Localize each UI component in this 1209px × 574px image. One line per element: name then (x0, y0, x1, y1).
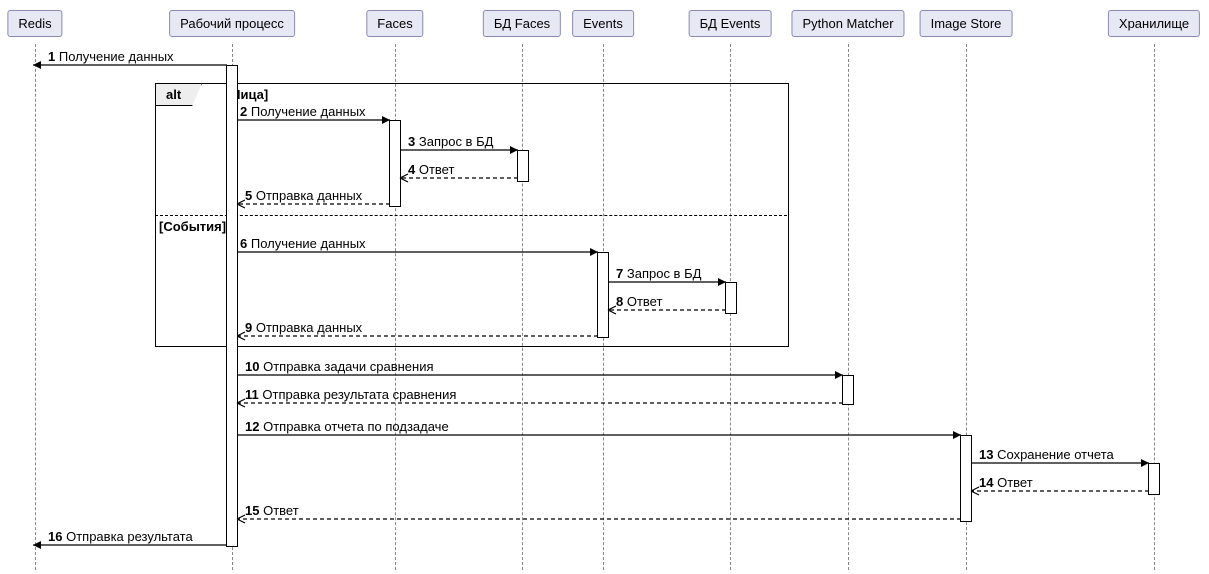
activation-4 (725, 282, 737, 314)
participant-faces: Faces (366, 10, 423, 37)
message-label-8: 8 Ответ (616, 295, 662, 309)
activation-6 (960, 435, 972, 522)
participant-storage: Хранилище (1108, 10, 1200, 37)
message-label-14: 14 Ответ (979, 476, 1033, 490)
participant-matcher: Python Matcher (791, 10, 904, 37)
activation-0 (226, 65, 238, 547)
message-label-11: 11 Отправка результата сравнения (245, 388, 456, 402)
message-label-13: 13 Сохранение отчета (979, 448, 1114, 462)
participant-dbfaces: БД Faces (483, 10, 561, 37)
lifeline-redis (35, 44, 36, 570)
message-label-3: 3 Запрос в БД (408, 135, 493, 149)
message-label-4: 4 Ответ (408, 163, 454, 177)
lifeline-matcher (848, 44, 849, 570)
message-label-2: 2 Получение данных (240, 105, 366, 119)
activation-5 (842, 375, 854, 405)
message-label-7: 7 Запрос в БД (616, 267, 701, 281)
participant-dbevents: БД Events (689, 10, 772, 37)
activation-3 (597, 252, 609, 338)
alt-divider (155, 215, 787, 216)
participant-events: Events (572, 10, 634, 37)
message-label-9: 9 Отправка данных (245, 321, 362, 335)
message-label-10: 10 Отправка задачи сравнения (245, 360, 434, 374)
message-label-5: 5 Отправка данных (245, 189, 362, 203)
activation-2 (517, 150, 529, 182)
participant-imgstore: Image Store (920, 10, 1013, 37)
activation-1 (389, 120, 401, 207)
participant-worker: Рабочий процесс (169, 10, 295, 37)
message-label-15: 15 Ответ (245, 504, 299, 518)
message-label-6: 6 Получение данных (240, 237, 366, 251)
message-label-1: 1 Получение данных (48, 50, 174, 64)
activation-7 (1148, 463, 1160, 495)
message-label-12: 12 Отправка отчета по подзадаче (245, 420, 449, 434)
message-label-16: 16 Отправка результата (48, 530, 193, 544)
alt-condition-2: [События] (159, 219, 226, 234)
alt-label: alt (155, 83, 202, 106)
participant-redis: Redis (7, 10, 62, 37)
